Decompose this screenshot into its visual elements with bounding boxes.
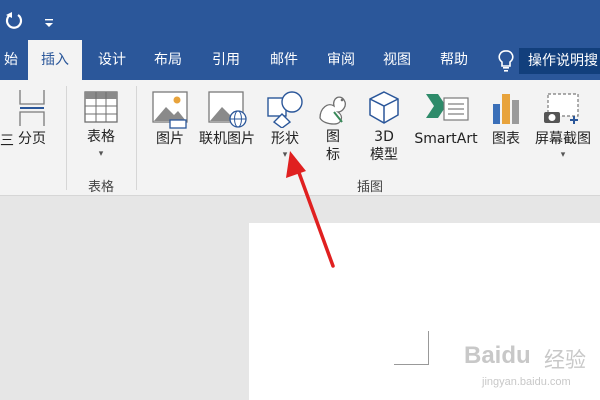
ribbon-insert: 三 分页 表格 ▾ 表格 图片 联机图片 形状 ▾ 图 标 3D 模型 Smar… xyxy=(0,80,600,196)
3d-models-label-line1: 3D xyxy=(374,129,394,145)
page-break-icon xyxy=(19,90,45,126)
lightbulb-icon[interactable] xyxy=(497,48,515,74)
tab-review[interactable]: 审阅 xyxy=(314,40,368,80)
shapes-label: 形状 xyxy=(271,131,299,147)
ribbon-tab-bar: 始 插入 设计 布局 引用 邮件 审阅 视图 帮助 操作说明搜 xyxy=(0,40,600,80)
undo-icon[interactable] xyxy=(4,10,24,30)
shapes-button[interactable]: 形状 ▾ xyxy=(262,88,308,160)
icons-icon xyxy=(319,96,346,125)
tab-home[interactable]: 始 xyxy=(0,40,22,80)
screenshot-label: 屏幕截图 xyxy=(535,131,591,147)
chart-button[interactable]: 图表 xyxy=(486,90,526,148)
table-group-label: 表格 xyxy=(87,180,114,195)
shapes-icon xyxy=(267,91,303,128)
picture-icon xyxy=(152,91,188,129)
3d-models-button[interactable]: 3D 模型 xyxy=(360,88,408,164)
watermark-cn: 经验 xyxy=(544,349,586,372)
tab-design[interactable]: 设计 xyxy=(86,40,138,80)
watermark-logo: Baidu 经验 jingyan.baidu.com xyxy=(462,340,598,398)
tab-view[interactable]: 视图 xyxy=(370,40,424,80)
margin-corner-mark xyxy=(394,364,429,365)
icons-label-line2: 标 xyxy=(326,147,340,163)
smartart-label: SmartArt xyxy=(414,131,478,147)
tab-mailings[interactable]: 邮件 xyxy=(256,40,312,80)
illustrations-group-label: 插图 xyxy=(356,180,383,195)
tab-insert[interactable]: 插入 xyxy=(28,40,82,80)
table-icon xyxy=(84,91,118,123)
icons-label-line1: 图 xyxy=(326,129,340,145)
chart-label: 图表 xyxy=(492,131,520,147)
shapes-dropdown-caret: ▾ xyxy=(282,150,288,160)
screenshot-icon xyxy=(544,93,579,124)
watermark-brand: Baidu xyxy=(464,342,531,369)
page-break-button[interactable]: 分页 xyxy=(12,88,52,148)
picture-label: 图片 xyxy=(156,131,184,147)
screenshot-button[interactable]: 屏幕截图 ▾ xyxy=(530,90,596,160)
quick-access-dropdown[interactable] xyxy=(44,14,54,27)
3d-models-label-line2: 模型 xyxy=(370,147,398,163)
group-separator xyxy=(136,86,137,190)
table-button[interactable]: 表格 ▾ xyxy=(78,90,124,159)
online-picture-label: 联机图片 xyxy=(199,131,255,147)
tab-layout[interactable]: 布局 xyxy=(142,40,194,80)
icons-button[interactable]: 图 标 xyxy=(312,88,354,164)
margin-corner-mark xyxy=(428,331,429,365)
tab-references[interactable]: 引用 xyxy=(198,40,254,80)
tab-help[interactable]: 帮助 xyxy=(426,40,482,80)
smartart-icon xyxy=(426,94,469,121)
screenshot-dropdown-caret: ▾ xyxy=(560,150,566,160)
table-dropdown-caret: ▾ xyxy=(98,149,104,159)
group-separator xyxy=(66,86,67,190)
tell-me-search-box[interactable]: 操作说明搜 xyxy=(519,48,600,74)
chart-icon xyxy=(493,94,519,124)
smartart-button[interactable]: SmartArt xyxy=(410,90,482,148)
page-break-label: 分页 xyxy=(18,131,46,147)
picture-button[interactable]: 图片 xyxy=(148,90,192,148)
online-picture-icon xyxy=(208,91,247,128)
table-label: 表格 xyxy=(87,129,115,145)
online-picture-button[interactable]: 联机图片 xyxy=(196,90,258,148)
title-bar xyxy=(0,0,600,40)
watermark-url: jingyan.baidu.com xyxy=(482,376,571,388)
left-edge-label: 三 xyxy=(0,133,14,149)
cube-icon xyxy=(369,91,399,124)
